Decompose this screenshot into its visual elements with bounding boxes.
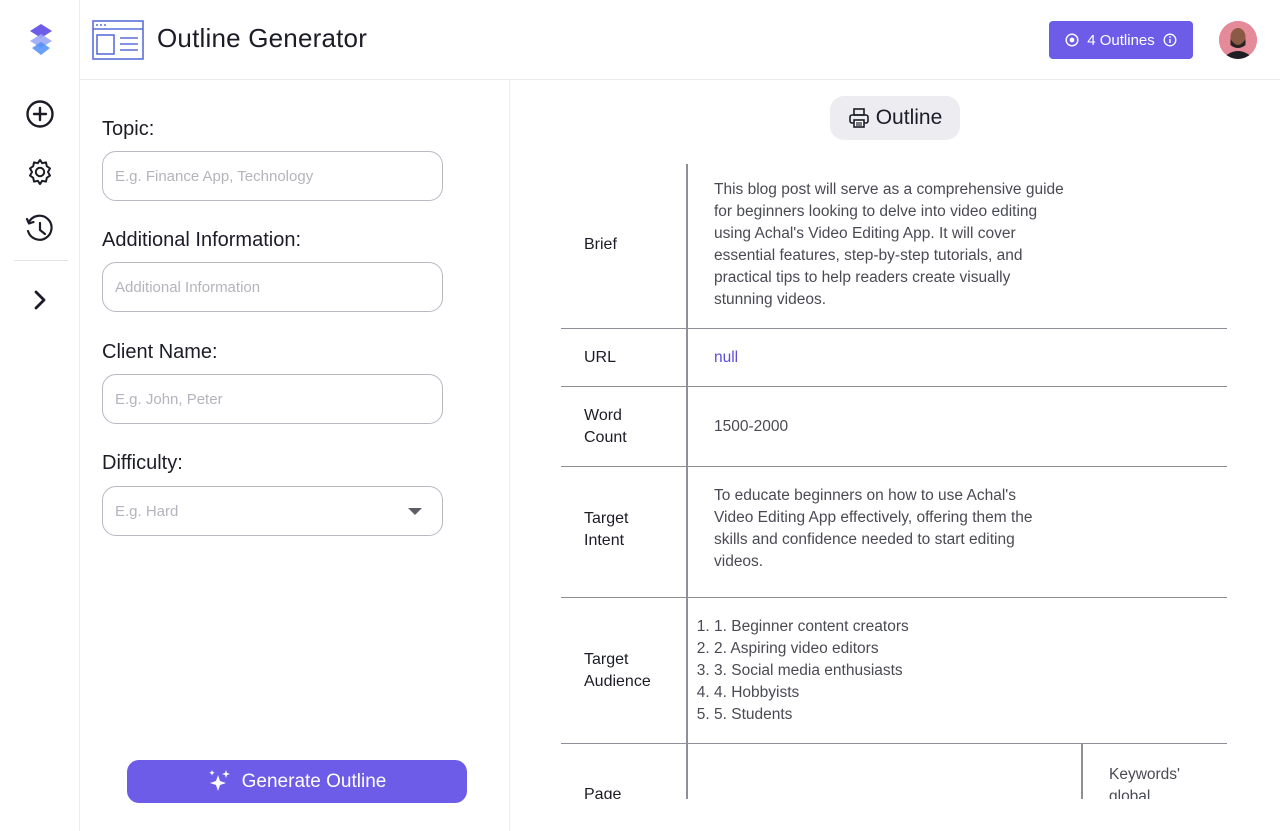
sub-column-divider — [1081, 744, 1083, 799]
settings-icon — [29, 159, 51, 185]
info-icon[interactable] — [1163, 33, 1177, 47]
sparkles-icon — [208, 769, 230, 791]
generate-outline-label: Generate Outline — [241, 770, 387, 792]
url-link[interactable]: null — [714, 347, 1064, 369]
difficulty-placeholder: E.g. Hard — [115, 502, 179, 520]
avatar-image — [1219, 21, 1257, 59]
generate-outline-button[interactable]: Generate Outline — [127, 760, 467, 803]
outline-panel: Outline Brief This blog post will serve … — [511, 80, 1280, 831]
add-button[interactable] — [22, 96, 58, 132]
difficulty-select[interactable]: E.g. Hard — [102, 486, 443, 536]
row-key: Brief — [584, 236, 617, 253]
top-header: Outline Generator 4 Outlines — [80, 0, 1280, 80]
row-key: Word Count — [584, 407, 627, 446]
row-value: 1500-2000 — [714, 418, 789, 435]
difficulty-label: Difficulty: — [102, 452, 183, 474]
print-icon — [848, 108, 869, 128]
form-panel: Topic: Additional Information: Client Na… — [80, 80, 510, 831]
chevron-right-icon — [34, 290, 46, 310]
topic-input[interactable] — [102, 151, 443, 201]
add-icon — [26, 100, 54, 128]
left-rail — [0, 0, 80, 831]
table-row-brief: Brief This blog post will serve as a com… — [561, 164, 1227, 329]
table-row-word-count: Word Count 1500-2000 — [561, 387, 1227, 467]
history-icon — [25, 214, 53, 241]
table-row-target-intent: Target Intent To educate beginners on ho… — [561, 467, 1227, 598]
user-avatar[interactable] — [1219, 21, 1257, 59]
keywords-global-label: Keywords' global — [1109, 766, 1181, 799]
additional-info-label: Additional Information: — [102, 229, 302, 251]
row-value: To educate beginners on how to use Achal… — [714, 487, 1033, 570]
outlines-count-badge[interactable]: 4 Outlines — [1049, 21, 1193, 59]
logo-icon[interactable] — [26, 22, 56, 58]
history-button[interactable] — [22, 212, 58, 248]
list-item: 3. Social media enthusiasts — [714, 660, 1064, 682]
table-row-page: Page Keywords' global — [561, 744, 1227, 799]
list-item: 1. Beginner content creators — [714, 616, 1064, 638]
outline-chip[interactable]: Outline — [830, 96, 960, 140]
page-title: Outline Generator — [157, 23, 368, 53]
list-item: 2. Aspiring video editors — [714, 638, 1064, 660]
row-key: Target Audience — [584, 651, 651, 690]
outline-doc-icon — [92, 20, 144, 60]
audience-list: 1. Beginner content creators 2. Aspiring… — [714, 616, 1064, 726]
outlines-count-label: 4 Outlines — [1087, 31, 1155, 49]
list-item: 5. Students — [714, 704, 1064, 726]
expand-button[interactable] — [22, 282, 58, 318]
record-icon — [1065, 33, 1079, 47]
topic-label: Topic: — [102, 118, 155, 140]
settings-button[interactable] — [22, 154, 58, 190]
client-name-input[interactable] — [102, 374, 443, 424]
row-value: This blog post will serve as a comprehen… — [714, 181, 1064, 308]
additional-info-input[interactable] — [102, 262, 443, 312]
row-key: URL — [584, 349, 617, 366]
table-row-url: URL null — [561, 329, 1227, 387]
rail-divider — [14, 260, 68, 261]
outline-chip-label: Outline — [875, 106, 943, 129]
chevron-down-icon — [408, 507, 422, 515]
outline-table: Brief This blog post will serve as a com… — [561, 164, 1227, 799]
client-name-label: Client Name: — [102, 341, 218, 363]
table-row-target-audience: Target Audience 1. Beginner content crea… — [561, 598, 1227, 744]
row-key: Target Intent — [584, 510, 629, 549]
row-key: Page — [584, 786, 622, 799]
list-item: 4. Hobbyists — [714, 682, 1064, 704]
